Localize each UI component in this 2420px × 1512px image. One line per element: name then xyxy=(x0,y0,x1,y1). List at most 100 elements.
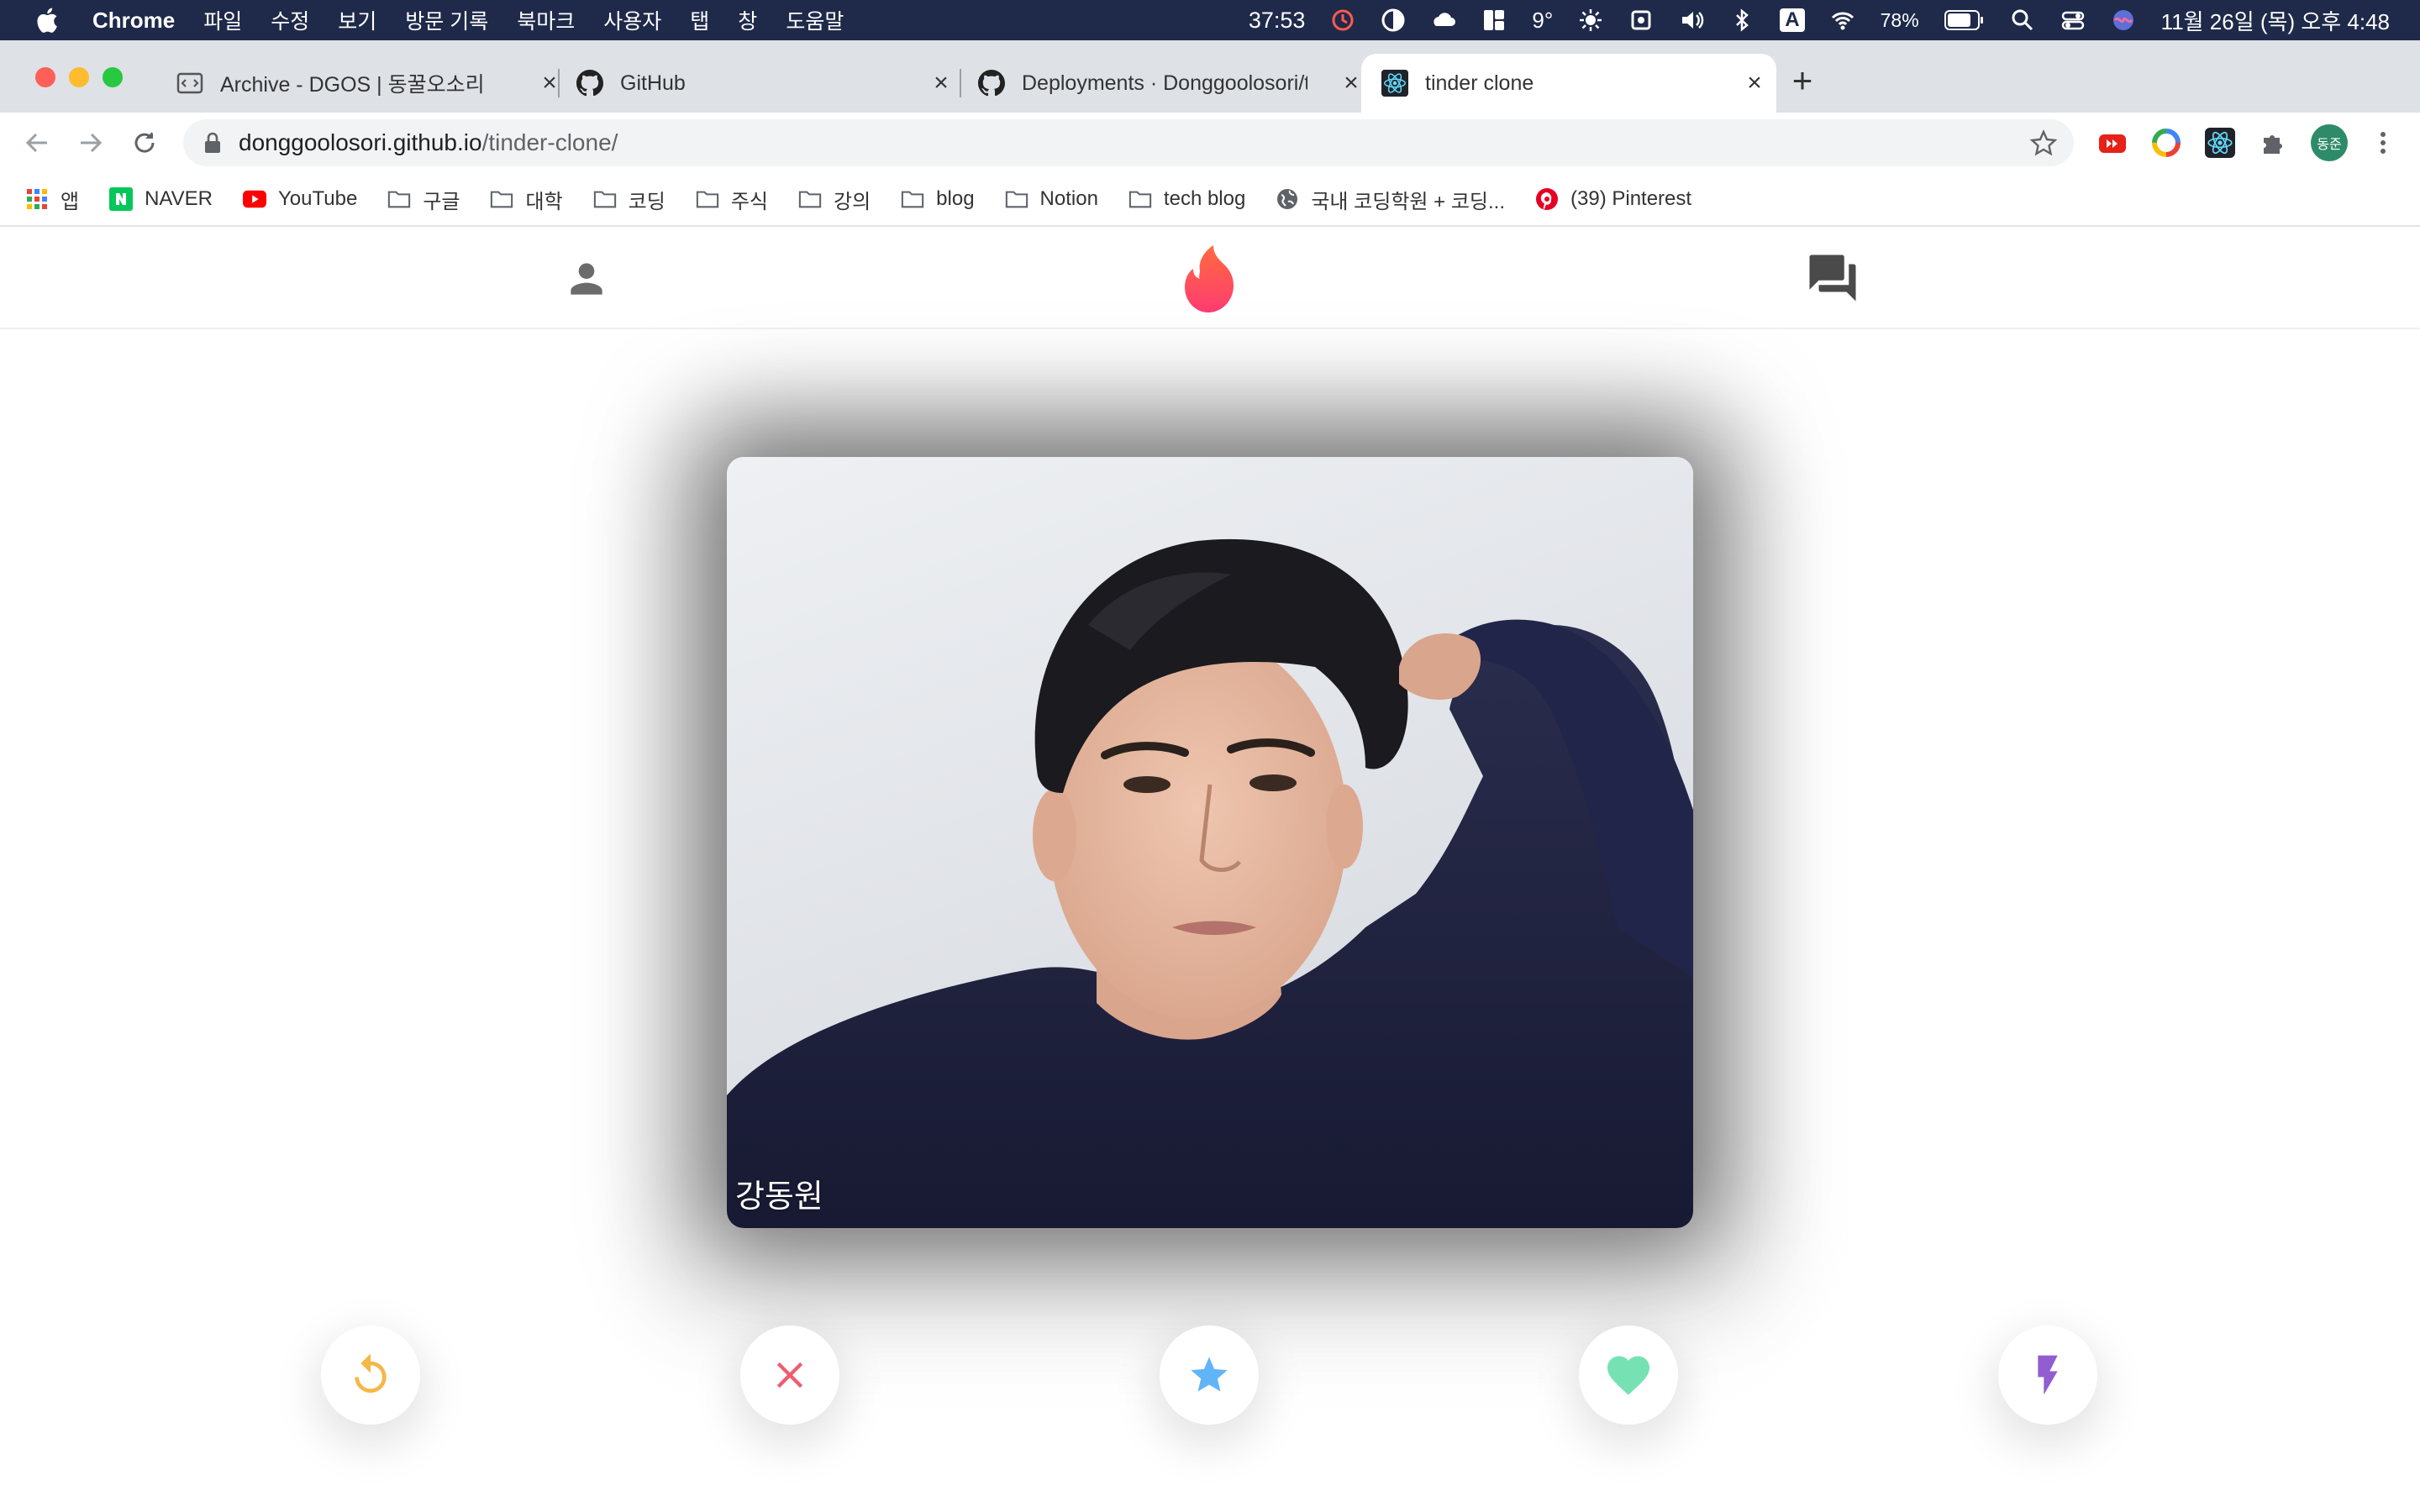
control-center-icon[interactable] xyxy=(2060,8,2086,33)
youtube-icon xyxy=(243,189,266,209)
menu-bookmarks[interactable]: 북마크 xyxy=(517,5,575,35)
bookmark-folder-notion[interactable]: Notion xyxy=(1005,187,1098,211)
bookmark-label: Notion xyxy=(1039,187,1098,210)
timer-text[interactable]: 37:53 xyxy=(1249,8,1306,34)
battery-percent[interactable]: 78% xyxy=(1881,9,1919,32)
forward-arrow-icon[interactable] xyxy=(76,128,106,158)
menu-tab[interactable]: 탭 xyxy=(690,5,709,35)
address-bar[interactable]: donggoolosori.github.io/tinder-clone/ xyxy=(183,119,2074,166)
tab-archive[interactable]: Archive - DGOS | 동꿀오소리 × xyxy=(160,54,571,113)
macos-menu-bar: Chrome 파일 수정 보기 방문 기록 북마크 사용자 탭 창 도움말 37… xyxy=(0,0,2420,40)
star-icon xyxy=(1191,1357,1228,1392)
window-close-button[interactable] xyxy=(35,67,55,87)
url-path: /tinder-clone/ xyxy=(481,129,618,155)
menu-help[interactable]: 도움말 xyxy=(786,5,844,35)
bookmark-folder-coding[interactable]: 코딩 xyxy=(593,185,666,214)
folder-icon xyxy=(593,189,617,209)
reload-icon[interactable] xyxy=(129,128,160,158)
bookmark-label: 대학 xyxy=(525,190,563,213)
menu-people[interactable]: 사용자 xyxy=(603,5,661,35)
bookmark-folder-google[interactable]: 구글 xyxy=(387,185,460,214)
input-source-badge[interactable]: A xyxy=(1780,8,1805,32)
siri-icon[interactable] xyxy=(2111,8,2136,33)
browser-toolbar: donggoolosori.github.io/tinder-clone/ 동준 xyxy=(0,113,2420,173)
tab-deployments[interactable]: Deployments · Donggoolosori/t × xyxy=(963,54,1373,113)
bookmark-label: (39) Pinterest xyxy=(1570,187,1692,210)
menu-app-name[interactable]: Chrome xyxy=(92,8,175,34)
profile-card[interactable]: 강동원 xyxy=(727,457,1693,1228)
color-picker-extension-icon[interactable] xyxy=(2151,128,2181,158)
tinder-clone-page: 강동원 xyxy=(0,227,2420,1512)
folder-icon xyxy=(490,189,513,209)
folder-icon xyxy=(1005,189,1028,209)
bookmark-folder-stocks[interactable]: 주식 xyxy=(696,185,768,214)
boost-button[interactable] xyxy=(1998,1326,2097,1425)
replay-button[interactable] xyxy=(321,1326,420,1425)
nope-button[interactable] xyxy=(740,1326,839,1425)
tab-title: GitHub xyxy=(620,71,686,95)
extensions-puzzle-icon[interactable] xyxy=(2259,128,2289,158)
tinder-flame-icon[interactable] xyxy=(1176,244,1244,314)
bookmark-label: 국내 코딩학원 + 코딩... xyxy=(1311,190,1505,213)
youtube-extension-icon[interactable] xyxy=(2097,128,2128,158)
tab-separator xyxy=(558,69,560,97)
volume-icon[interactable] xyxy=(1679,8,1704,33)
replay-icon xyxy=(355,1353,387,1393)
bookmark-folder-lectures[interactable]: 강의 xyxy=(798,185,871,214)
heart-icon xyxy=(1607,1356,1649,1395)
tab-tinder-clone[interactable]: tinder clone × xyxy=(1361,54,1776,113)
bookmark-label: 구글 xyxy=(423,190,460,213)
window-zoom-button[interactable] xyxy=(103,67,123,87)
tab-github[interactable]: GitHub × xyxy=(561,54,963,113)
like-button[interactable] xyxy=(1579,1326,1678,1425)
tab-title: Archive - DGOS | 동꿀오소리 xyxy=(220,73,485,97)
react-devtools-extension-icon[interactable] xyxy=(2205,128,2235,158)
wifi-icon[interactable] xyxy=(1830,8,1855,33)
super-like-button[interactable] xyxy=(1160,1326,1259,1425)
bookmark-naver[interactable]: NAVER xyxy=(109,187,213,211)
folder-icon xyxy=(1128,189,1152,209)
menu-view[interactable]: 보기 xyxy=(338,5,376,35)
bluetooth-icon[interactable] xyxy=(1729,8,1754,33)
bookmark-apps[interactable]: 앱 xyxy=(25,185,79,214)
timer-icon[interactable] xyxy=(1330,8,1355,33)
menu-edit[interactable]: 수정 xyxy=(271,5,309,35)
close-icon xyxy=(776,1362,803,1389)
globe-icon xyxy=(1276,189,1299,209)
profile-avatar[interactable]: 동준 xyxy=(2311,124,2348,161)
menu-history[interactable]: 방문 기록 xyxy=(405,5,488,35)
apple-logo-icon[interactable] xyxy=(34,6,59,34)
menu-file[interactable]: 파일 xyxy=(203,5,242,35)
profile-photo xyxy=(727,538,1693,1228)
bookmark-coding-academy[interactable]: 국내 코딩학원 + 코딩... xyxy=(1276,185,1505,214)
spotlight-search-icon[interactable] xyxy=(2010,8,2035,33)
bookmark-folder-tech-blog[interactable]: tech blog xyxy=(1128,187,1245,211)
bookmark-folder-blog[interactable]: blog xyxy=(901,187,975,211)
clock-datetime[interactable]: 11월 26일 (목) 오후 4:48 xyxy=(2161,5,2390,36)
person-icon[interactable] xyxy=(561,255,612,302)
new-tab-button[interactable]: + xyxy=(1786,63,1819,98)
cloud-icon[interactable] xyxy=(1431,8,1456,33)
bookmark-youtube[interactable]: YouTube xyxy=(243,187,357,211)
contrast-icon[interactable] xyxy=(1381,8,1406,33)
screen-record-icon[interactable] xyxy=(1628,8,1654,33)
weather-sun-icon[interactable] xyxy=(1578,8,1603,33)
battery-icon[interactable] xyxy=(1944,9,1985,31)
weather-text[interactable]: 9° xyxy=(1532,8,1553,34)
bookmark-star-icon[interactable] xyxy=(2030,129,2057,156)
window-minimize-button[interactable] xyxy=(69,67,89,87)
app-header xyxy=(0,227,2420,329)
address-url[interactable]: donggoolosori.github.io/tinder-clone/ xyxy=(239,129,618,156)
bookmark-pinterest[interactable]: (39) Pinterest xyxy=(1535,187,1691,211)
tab-close-icon[interactable]: × xyxy=(1741,70,1768,97)
tab-close-icon[interactable]: × xyxy=(928,70,955,97)
back-arrow-icon[interactable] xyxy=(22,128,52,158)
bookmark-folder-university[interactable]: 대학 xyxy=(490,185,563,214)
layout-icon[interactable] xyxy=(1481,8,1507,33)
github-icon xyxy=(576,70,603,97)
lock-icon[interactable] xyxy=(203,132,222,154)
url-domain: donggoolosori.github.io xyxy=(239,129,482,155)
more-menu-icon[interactable] xyxy=(2368,128,2398,158)
forum-icon[interactable] xyxy=(1805,250,1860,306)
menu-window[interactable]: 창 xyxy=(738,5,757,35)
